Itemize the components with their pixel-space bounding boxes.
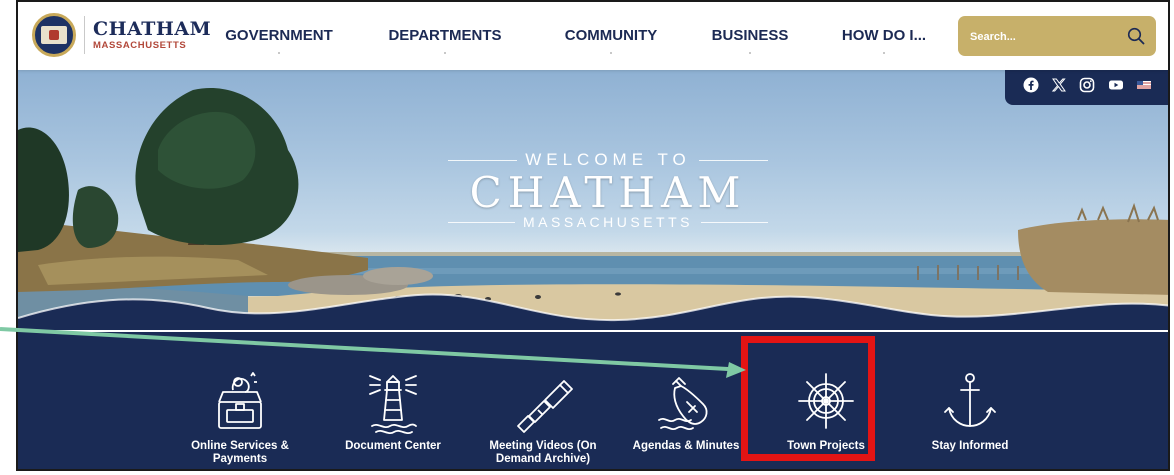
nav-item-how-do-i[interactable]: HOW DO I... [824, 27, 944, 54]
nav-item-business[interactable]: BUSINESS [695, 27, 805, 54]
nav-label: GOVERNMENT [225, 27, 333, 44]
quick-link-label: Agendas & Minutes [632, 440, 740, 452]
social-links [1005, 70, 1168, 105]
x-icon[interactable] [1051, 77, 1067, 98]
quick-link-label: Stay Informed [931, 440, 1009, 452]
lighthouse-icon [369, 375, 417, 435]
site-header: CHATHAM MASSACHUSETTS GOVERNMENT DEPARTM… [18, 2, 1168, 70]
quick-link-online-services[interactable]: Online Services & Payments [175, 366, 305, 466]
spyglass-icon [517, 380, 573, 433]
quick-link-agendas-minutes[interactable]: Agendas & Minutes [621, 366, 751, 453]
welcome-heading: WELCOME TO CHATHAM MASSACHUSETTS [448, 150, 768, 230]
search-box [958, 16, 1156, 56]
quick-link-label: Meeting Videos (On Demand Archive) [489, 440, 597, 465]
quick-link-stay-informed[interactable]: Stay Informed [905, 366, 1035, 453]
quick-link-meeting-videos[interactable]: Meeting Videos (On Demand Archive) [478, 366, 608, 466]
treasure-chest-icon [218, 372, 262, 429]
search-icon[interactable] [1126, 26, 1146, 46]
youtube-icon[interactable] [1108, 77, 1124, 98]
anchor-icon [944, 373, 996, 427]
welcome-line-top: WELCOME TO [525, 150, 691, 169]
browser-frame: CHATHAM MASSACHUSETTS GOVERNMENT DEPARTM… [16, 0, 1170, 471]
quick-link-label: Online Services & Payments [191, 440, 289, 465]
nav-item-departments[interactable]: DEPARTMENTS [380, 27, 510, 54]
quick-link-document-center[interactable]: Document Center [328, 366, 458, 453]
welcome-line-bottom: MASSACHUSETTS [523, 214, 693, 230]
nav-item-government[interactable]: GOVERNMENT [214, 27, 344, 54]
message-in-bottle-icon [658, 377, 708, 431]
nav-label: COMMUNITY [564, 27, 658, 44]
hero-banner: WELCOME TO CHATHAM MASSACHUSETTS [18, 70, 1168, 330]
quick-links-band: Online Services & Payments Document Cent… [18, 332, 1168, 469]
quick-link-label: Document Center [345, 440, 441, 452]
facebook-icon[interactable] [1023, 77, 1039, 98]
nav-label: BUSINESS [711, 27, 789, 44]
nav-label: HOW DO I... [841, 27, 927, 44]
welcome-town-name: CHATHAM [469, 168, 747, 217]
search-input[interactable] [968, 27, 1122, 47]
nav-item-community[interactable]: COMMUNITY [546, 27, 676, 54]
highlight-box [741, 336, 875, 461]
flag-icon[interactable] [1136, 77, 1152, 98]
instagram-icon[interactable] [1079, 77, 1095, 98]
nav-label: DEPARTMENTS [388, 27, 502, 44]
